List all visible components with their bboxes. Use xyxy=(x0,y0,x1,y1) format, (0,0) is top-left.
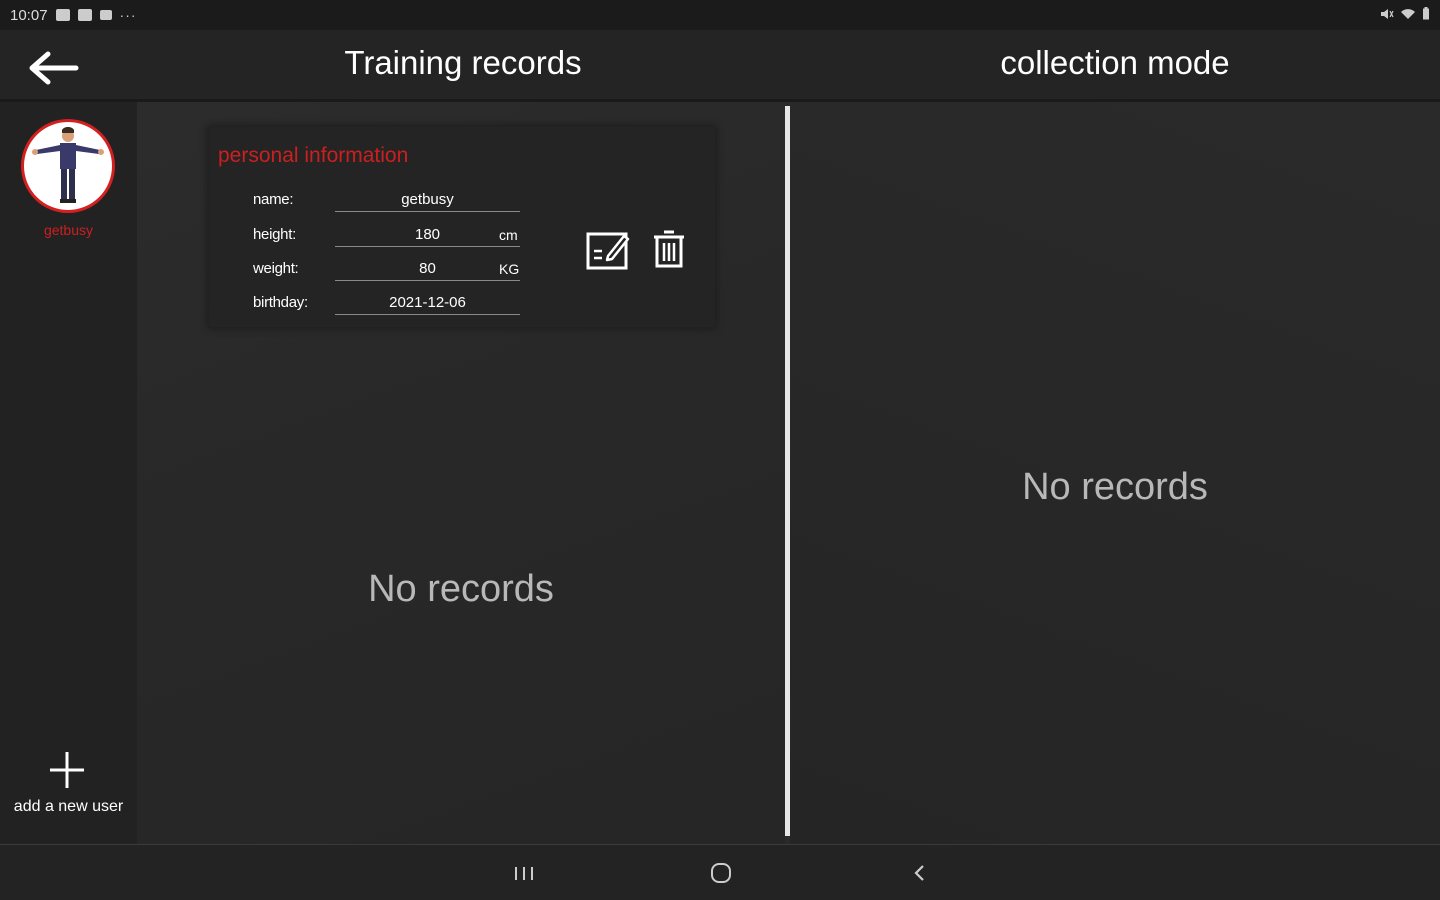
birthday-value: 2021-12-06 xyxy=(335,294,520,315)
training-records-empty-text: No records xyxy=(368,568,554,610)
chevron-left-icon xyxy=(914,865,924,881)
status-bar: 10:07 ··· xyxy=(0,0,1440,30)
weight-label: weight: xyxy=(253,260,299,277)
top-bar: Training records collection mode xyxy=(0,30,1440,102)
arrow-left-icon xyxy=(29,51,79,85)
status-time: 10:07 xyxy=(10,6,48,24)
trash-icon xyxy=(654,230,684,268)
name-value: getbusy xyxy=(335,191,520,212)
edit-button[interactable] xyxy=(586,229,630,271)
gallery-icon xyxy=(55,9,70,21)
collection-mode-empty-text: No records xyxy=(1022,466,1208,508)
collection-mode-panel: No records xyxy=(790,102,1440,844)
system-nav-bar xyxy=(0,844,1440,900)
notification-icon xyxy=(77,9,92,21)
back-button[interactable] xyxy=(22,48,84,88)
weight-value: 80 xyxy=(335,260,520,281)
training-records-panel: personal information name: getbusy heigh… xyxy=(137,102,785,844)
collection-mode-title: collection mode xyxy=(1000,44,1230,81)
add-user-button[interactable]: add a new user xyxy=(0,750,137,820)
name-label: name: xyxy=(253,191,294,208)
video-icon xyxy=(99,10,112,20)
recent-apps-icon xyxy=(515,867,533,880)
height-value: 180 xyxy=(335,226,520,247)
nav-back-button[interactable] xyxy=(904,859,934,887)
user-sidebar: getbusy add a new user xyxy=(0,102,137,844)
height-unit: cm xyxy=(499,227,518,243)
training-records-title: Training records xyxy=(344,44,582,81)
plus-icon xyxy=(50,752,84,788)
mute-icon xyxy=(1380,8,1394,23)
wifi-icon xyxy=(1400,8,1416,23)
weight-unit: KG xyxy=(499,261,520,277)
add-user-label: add a new user xyxy=(13,798,124,815)
personal-info-title: personal information xyxy=(218,144,409,167)
more-notifications-icon: ··· xyxy=(119,7,137,23)
birthday-label: birthday: xyxy=(253,294,308,311)
user-name-label: getbusy xyxy=(43,222,94,238)
home-icon xyxy=(711,863,731,883)
user-avatar[interactable] xyxy=(21,119,115,213)
delete-button[interactable] xyxy=(652,229,686,269)
home-button[interactable] xyxy=(706,859,736,887)
person-figure-icon xyxy=(32,127,104,203)
battery-icon xyxy=(1422,7,1430,23)
personal-info-card: personal information name: getbusy heigh… xyxy=(209,127,715,327)
edit-icon xyxy=(586,232,630,270)
recent-apps-button[interactable] xyxy=(509,859,539,887)
height-label: height: xyxy=(253,226,296,243)
